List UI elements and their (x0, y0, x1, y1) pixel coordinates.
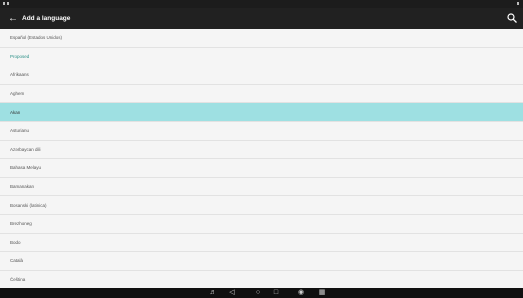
language-label: Akan (10, 109, 21, 115)
language-list-item[interactable]: Bosanski (latinica) (0, 196, 523, 215)
app-bar: ← Add a language (0, 8, 523, 29)
home-icon[interactable]: ○ (254, 289, 262, 297)
language-label: Čeština (10, 277, 26, 283)
screenshot-icon[interactable]: ▦ (318, 289, 326, 297)
language-label: Català (10, 258, 24, 264)
language-list-item[interactable]: Akan (0, 103, 523, 122)
language-label: Bamanakan (10, 184, 35, 190)
language-label: Bahasa Melayu (10, 165, 42, 171)
status-bar (0, 0, 523, 8)
language-list-item[interactable]: Español (Estados Unidos) (0, 29, 523, 48)
status-icon (7, 2, 9, 5)
language-list: Español (Estados Unidos) Proposed Afrikaan… (0, 29, 523, 288)
section-header-label: Proposed (10, 54, 30, 60)
language-list-item[interactable]: Bahasa Melayu (0, 159, 523, 178)
list-section-header: Proposed (0, 48, 523, 67)
language-list-item[interactable]: Bodo (0, 234, 523, 253)
language-list-item[interactable]: Azərbaycan dili (0, 141, 523, 160)
language-label: Afrikaans (10, 72, 29, 78)
language-label: Bodo (10, 239, 21, 245)
language-list-item[interactable]: Bamanakan (0, 178, 523, 197)
recents-icon[interactable]: □ (272, 289, 280, 297)
search-icon[interactable] (506, 12, 518, 24)
language-label: Español (Estados Unidos) (10, 35, 63, 41)
language-label: Brezhoneg (10, 221, 32, 227)
page-title: Add a language (22, 15, 71, 22)
volume-up-icon[interactable]: ◉ (297, 289, 305, 297)
language-list-item[interactable]: Brezhoneg (0, 215, 523, 234)
language-label: Azərbaycan dili (10, 146, 41, 152)
language-list-item[interactable]: Afrikaans (0, 66, 523, 85)
navigation-bar: ♬ ◁ ○ □ ◉ ▦ (0, 288, 523, 298)
status-icon (517, 2, 519, 5)
language-list-item[interactable]: Català (0, 252, 523, 271)
back-arrow-icon[interactable]: ← (8, 12, 18, 25)
language-label: Asturianu (10, 128, 30, 134)
back-icon[interactable]: ◁ (228, 289, 236, 297)
language-label: Bosanski (latinica) (10, 202, 47, 208)
language-list-item[interactable]: Čeština (0, 271, 523, 288)
language-label: Aghem (10, 91, 25, 97)
status-icon (3, 2, 5, 5)
language-list-item[interactable]: Aghem (0, 85, 523, 104)
volume-down-icon[interactable]: ♬ (209, 289, 217, 297)
language-list-item[interactable]: Asturianu (0, 122, 523, 141)
